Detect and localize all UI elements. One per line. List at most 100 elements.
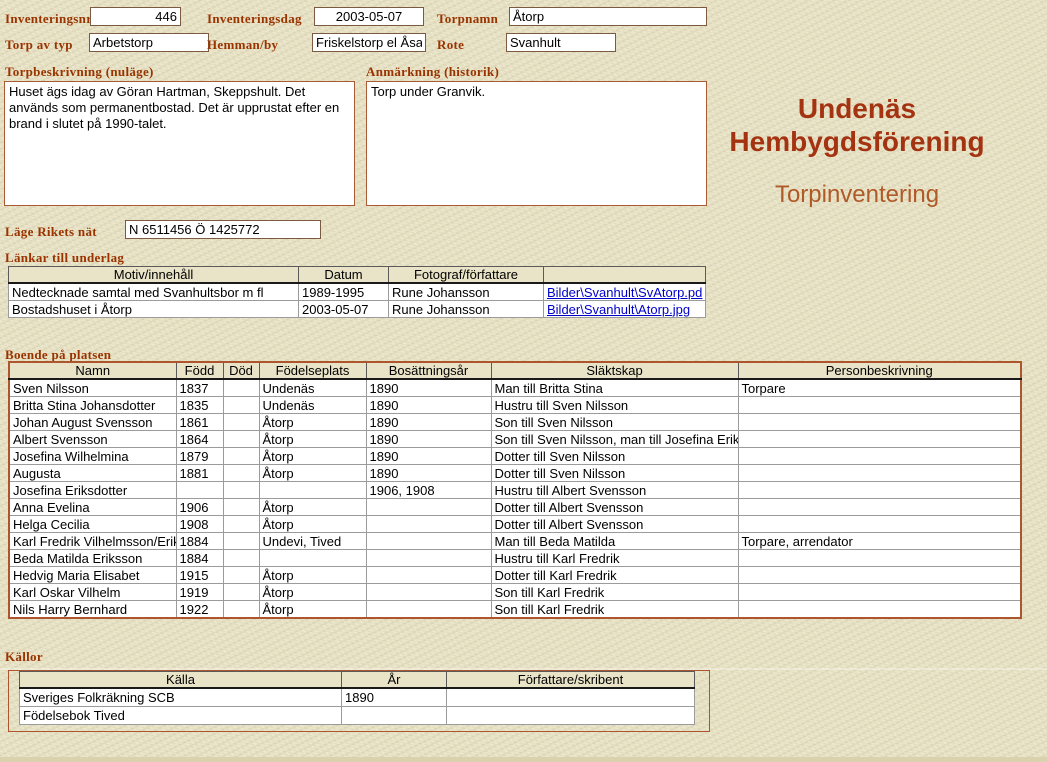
cell-forfattare <box>447 707 695 725</box>
hemman-by-input[interactable] <box>312 33 426 52</box>
table-row: Anna Evelina 1906 Åtorp Dotter till Albe… <box>9 499 1021 516</box>
cell-bosattningsar <box>366 533 491 550</box>
cell-personbeskrivning <box>738 601 1021 619</box>
cell-lank: Bilder\Svanhult\SvAtorp.pd <box>544 283 706 301</box>
inventeringsnr-label: Inventeringsnr <box>5 11 92 27</box>
header-fodd: Född <box>176 362 223 379</box>
cell-fodelseplats: Åtorp <box>259 567 366 584</box>
anmarkning-textarea[interactable]: Torp under Granvik. <box>366 81 707 206</box>
header-namn: Namn <box>9 362 176 379</box>
cell-personbeskrivning <box>738 448 1021 465</box>
cell-fodelseplats <box>259 550 366 567</box>
cell-namn: Josefina Eriksdotter <box>9 482 176 499</box>
cell-personbeskrivning <box>738 584 1021 601</box>
cell-bosattningsar <box>366 584 491 601</box>
header-row: Källa År Författare/skribent <box>20 672 695 689</box>
org-title-line1: Undenäs <box>712 92 1002 125</box>
cell-fodelseplats: Åtorp <box>259 431 366 448</box>
torpnamn-label: Torpnamn <box>437 11 498 27</box>
torp-av-typ-input[interactable] <box>89 33 209 52</box>
kallor-table: Källa År Författare/skribent Sveriges Fo… <box>19 671 695 725</box>
cell-bosattningsar: 1890 <box>366 431 491 448</box>
cell-motiv: Nedtecknade samtal med Svanhultsbor m fl <box>9 283 299 301</box>
cell-namn: Hedvig Maria Elisabet <box>9 567 176 584</box>
lankar-table: Motiv/innehåll Datum Fotograf/författare… <box>8 266 706 318</box>
cell-fodelseplats: Undevi, Tived <box>259 533 366 550</box>
table-row: Nedtecknade samtal med Svanhultsbor m fl… <box>9 283 706 301</box>
table-row: Karl Fredrik Vilhelmsson/Eriks 1884 Unde… <box>9 533 1021 550</box>
cell-personbeskrivning <box>738 465 1021 482</box>
cell-lank: Bilder\Svanhult\Atorp.jpg <box>544 301 706 318</box>
torpbeskrivning-textarea[interactable]: Huset ägs idag av Göran Hartman, Skeppsh… <box>4 81 355 206</box>
table-row: Bostadshuset i Åtorp 2003-05-07 Rune Joh… <box>9 301 706 318</box>
boende-table: Namn Född Död Födelseplats Bosättningsår… <box>8 361 1022 619</box>
inventeringsdag-label: Inventeringsdag <box>207 11 302 27</box>
cell-kalla: Sveriges Folkräkning SCB <box>20 688 342 707</box>
cell-personbeskrivning <box>738 397 1021 414</box>
cell-fodelseplats: Åtorp <box>259 465 366 482</box>
cell-namn: Josefina Wilhelmina <box>9 448 176 465</box>
table-row: Johan August Svensson 1861 Åtorp 1890 So… <box>9 414 1021 431</box>
inventeringsnr-input[interactable] <box>90 7 181 26</box>
bottom-edge-strip <box>0 757 1047 762</box>
cell-fotograf: Rune Johansson <box>389 301 544 318</box>
cell-namn: Albert Svensson <box>9 431 176 448</box>
rote-input[interactable] <box>506 33 616 52</box>
cell-fodd: 1861 <box>176 414 223 431</box>
cell-bosattningsar: 1906, 1908 <box>366 482 491 499</box>
table-row: Albert Svensson 1864 Åtorp 1890 Son till… <box>9 431 1021 448</box>
cell-kalla: Födelsebok Tived <box>20 707 342 725</box>
cell-fodelseplats: Åtorp <box>259 499 366 516</box>
cell-fodelseplats: Åtorp <box>259 601 366 619</box>
table-row: Sven Nilsson 1837 Undenäs 1890 Man till … <box>9 379 1021 397</box>
cell-personbeskrivning <box>738 431 1021 448</box>
lage-rikets-nat-input[interactable] <box>125 220 321 239</box>
cell-fodd: 1919 <box>176 584 223 601</box>
cell-dod <box>223 431 259 448</box>
cell-fodelseplats: Åtorp <box>259 584 366 601</box>
table-row: Beda Matilda Eriksson 1884 Hustru till K… <box>9 550 1021 567</box>
cell-bosattningsar <box>366 499 491 516</box>
cell-ar: 1890 <box>342 688 447 707</box>
torpnamn-input[interactable] <box>509 7 707 26</box>
table-row: Britta Stina Johansdotter 1835 Undenäs 1… <box>9 397 1021 414</box>
header-ar: År <box>342 672 447 689</box>
cell-forfattare <box>447 688 695 707</box>
cell-ar <box>342 707 447 725</box>
table-row: Helga Cecilia 1908 Åtorp Dotter till Alb… <box>9 516 1021 533</box>
cell-namn: Anna Evelina <box>9 499 176 516</box>
cell-personbeskrivning <box>738 550 1021 567</box>
table-row: Josefina Eriksdotter 1906, 1908 Hustru t… <box>9 482 1021 499</box>
cell-bosattningsar: 1890 <box>366 414 491 431</box>
cell-bosattningsar: 1890 <box>366 448 491 465</box>
underlag-link[interactable]: Bilder\Svanhult\Atorp.jpg <box>547 302 690 317</box>
cell-dod <box>223 601 259 619</box>
cell-dod <box>223 465 259 482</box>
cell-fodelseplats: Åtorp <box>259 448 366 465</box>
inventeringsdag-input[interactable] <box>314 7 424 26</box>
header-fotograf: Fotograf/författare <box>389 267 544 284</box>
cell-slaktskap: Man till Beda Matilda <box>491 533 738 550</box>
cell-bosattningsar: 1890 <box>366 379 491 397</box>
cell-slaktskap: Dotter till Albert Svensson <box>491 516 738 533</box>
cell-slaktskap: Hustru till Albert Svensson <box>491 482 738 499</box>
header-fodelseplats: Födelseplats <box>259 362 366 379</box>
cell-fodd <box>176 482 223 499</box>
header-row: Namn Född Död Födelseplats Bosättningsår… <box>9 362 1021 379</box>
cell-personbeskrivning: Torpare <box>738 379 1021 397</box>
cell-fodelseplats: Undenäs <box>259 379 366 397</box>
rote-label: Rote <box>437 37 464 53</box>
cell-bosattningsar <box>366 567 491 584</box>
table-row: Nils Harry Bernhard 1922 Åtorp Son till … <box>9 601 1021 619</box>
cell-fodd: 1915 <box>176 567 223 584</box>
header-forfattare: Författare/skribent <box>447 672 695 689</box>
cell-bosattningsar: 1890 <box>366 397 491 414</box>
lankar-label: Länkar till underlag <box>5 250 124 266</box>
cell-slaktskap: Son till Karl Fredrik <box>491 601 738 619</box>
cell-dod <box>223 567 259 584</box>
cell-dod <box>223 550 259 567</box>
cell-dod <box>223 414 259 431</box>
cell-fodd: 1881 <box>176 465 223 482</box>
underlag-link[interactable]: Bilder\Svanhult\SvAtorp.pd <box>547 285 702 300</box>
cell-fodelseplats: Åtorp <box>259 516 366 533</box>
